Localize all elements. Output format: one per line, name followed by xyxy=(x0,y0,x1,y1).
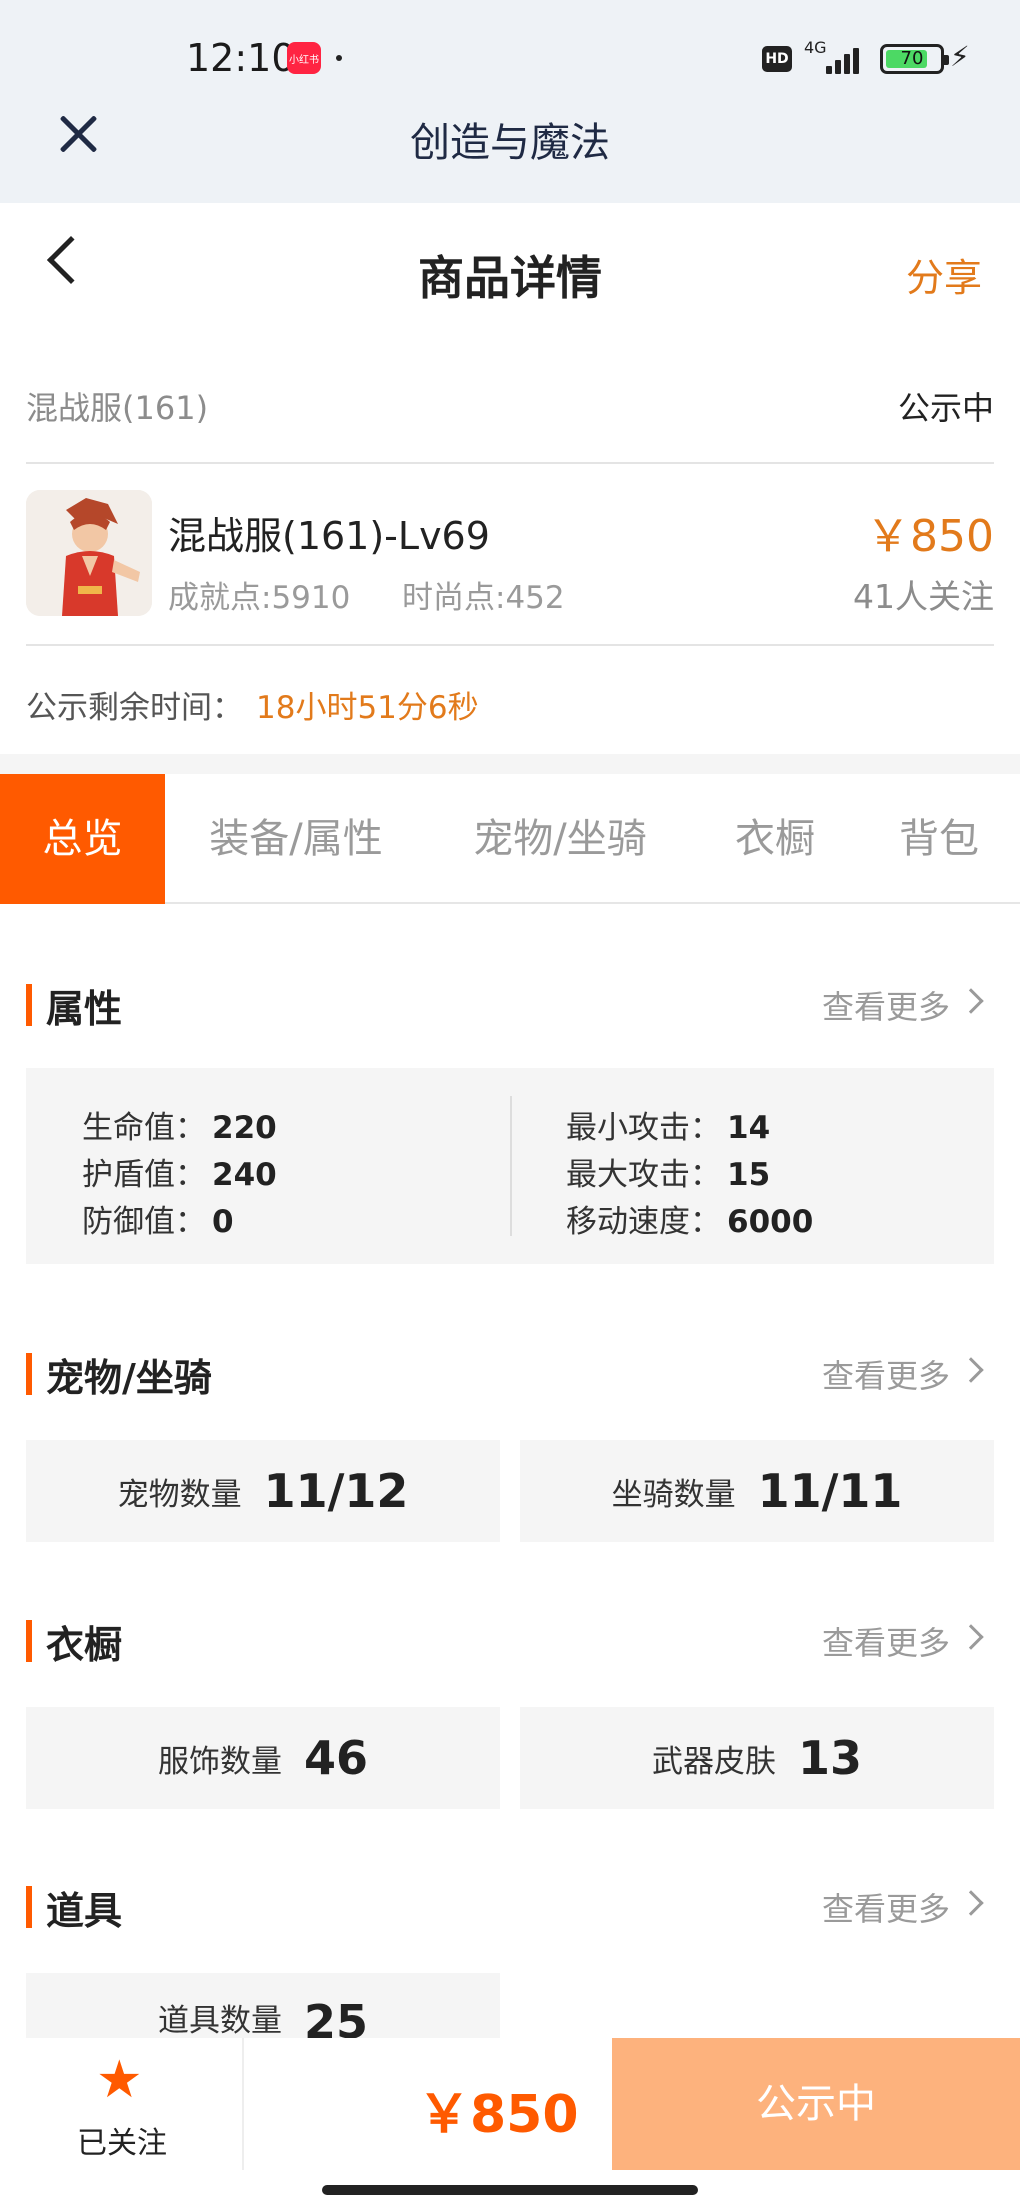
mount-count-card: 坐骑数量 11/11 xyxy=(520,1440,994,1542)
hd-icon: HD xyxy=(762,46,792,72)
character-avatar xyxy=(26,490,152,616)
section-accent-bar xyxy=(26,1886,32,1928)
remaining-time-label: 公示剩余时间： xyxy=(26,690,243,726)
battery-icon: 70 xyxy=(880,44,949,74)
stat-label: 坐骑数量 xyxy=(611,1476,736,1513)
section-title: 属性 xyxy=(46,987,123,1031)
attribute-row: 护盾值： 240 xyxy=(82,1157,277,1193)
see-more-link[interactable]: 查看更多 xyxy=(822,1884,950,1930)
tab-wardrobe[interactable]: 衣橱 xyxy=(712,774,838,904)
remaining-time-value: 18小时51分6秒 xyxy=(256,690,479,726)
status-bar: 12:10 小红书 HD 4G 70 ⚡ xyxy=(0,0,1020,115)
stat-value: 13 xyxy=(797,1731,862,1785)
network-type: 4G xyxy=(804,38,827,57)
attribute-row: 最大攻击： 15 xyxy=(566,1157,771,1193)
chevron-right-icon[interactable] xyxy=(958,988,984,1014)
share-button[interactable]: 分享 xyxy=(906,247,982,302)
divider xyxy=(26,644,994,646)
stat-value: 11/11 xyxy=(757,1464,903,1518)
section-spacer xyxy=(0,754,1020,774)
bottom-price: ￥850 xyxy=(418,2085,579,2145)
fashion-points: 时尚点:452 xyxy=(402,580,565,616)
item-name: 混战服(161)-Lv69 xyxy=(168,514,490,558)
bottom-action-bar: ★ 已关注 ￥850 公示中 xyxy=(0,2038,1020,2170)
section-title: 道具 xyxy=(46,1889,123,1933)
see-more-link[interactable]: 查看更多 xyxy=(822,982,950,1028)
follow-label: 已关注 xyxy=(77,2126,167,2161)
stat-label: 服饰数量 xyxy=(157,1743,282,1780)
stat-value: 11/12 xyxy=(263,1464,409,1518)
attribute-row: 移动速度： 6000 xyxy=(566,1204,814,1240)
notification-dot-icon xyxy=(336,55,342,61)
star-icon: ★ xyxy=(96,2050,143,2110)
stat-label: 武器皮肤 xyxy=(651,1743,776,1780)
attribute-row: 生命值： 220 xyxy=(82,1110,277,1146)
stat-label: 宠物数量 xyxy=(117,1476,242,1513)
follow-button[interactable]: ★ 已关注 xyxy=(0,2038,244,2170)
item-price: ￥850 xyxy=(866,511,994,562)
see-more-link[interactable]: 查看更多 xyxy=(822,1351,950,1397)
chevron-right-icon[interactable] xyxy=(958,1890,984,1916)
divider xyxy=(510,1096,512,1236)
divider xyxy=(26,462,994,464)
mini-app-title: 创造与魔法 xyxy=(410,120,610,166)
tab-bar: 总览 装备/属性 宠物/坐骑 衣橱 背包 xyxy=(0,774,1020,904)
section-title: 衣橱 xyxy=(46,1623,123,1667)
section-accent-bar xyxy=(26,984,32,1026)
stat-label: 道具数量 xyxy=(157,2003,282,2039)
tab-overview[interactable]: 总览 xyxy=(0,774,165,904)
section-title: 宠物/坐骑 xyxy=(46,1356,212,1400)
weapon-skin-count-card: 武器皮肤 13 xyxy=(520,1707,994,1809)
listing-status: 公示中 xyxy=(897,389,994,427)
section-accent-bar xyxy=(26,1353,32,1395)
page-title: 商品详情 xyxy=(418,251,602,305)
follower-count: 41人关注 xyxy=(853,577,994,616)
chevron-right-icon[interactable] xyxy=(958,1624,984,1650)
tab-pets-mounts[interactable]: 宠物/坐骑 xyxy=(446,774,674,904)
home-indicator[interactable] xyxy=(322,2185,698,2195)
tab-equipment[interactable]: 装备/属性 xyxy=(182,774,410,904)
attribute-row: 防御值： 0 xyxy=(82,1204,234,1240)
attributes-panel: 生命值： 220 护盾值： 240 防御值： 0 最小攻击： 14 最大攻击： 15 移动… xyxy=(26,1068,994,1264)
publicity-status-button[interactable]: 公示中 xyxy=(612,2038,1020,2170)
see-more-link[interactable]: 查看更多 xyxy=(822,1618,950,1664)
section-accent-bar xyxy=(26,1620,32,1662)
props-section-header: 道具 查看更多 xyxy=(26,1880,994,1933)
app-shell-header: 12:10 小红书 HD 4G 70 ⚡ 创造与魔法 xyxy=(0,0,1020,203)
achievement-points: 成就点:5910 xyxy=(168,580,351,616)
status-time: 12:10 xyxy=(186,36,296,80)
attributes-section-header: 属性 查看更多 xyxy=(26,978,994,1031)
pets-section-header: 宠物/坐骑 查看更多 xyxy=(26,1347,994,1400)
server-name: 混战服(161) xyxy=(26,389,209,427)
outfit-count-card: 服饰数量 46 xyxy=(26,1707,500,1809)
signal-icon xyxy=(826,44,866,74)
tab-backpack[interactable]: 背包 xyxy=(876,774,1002,904)
charging-icon: ⚡ xyxy=(950,40,970,73)
stat-value: 46 xyxy=(303,1731,368,1785)
chevron-right-icon[interactable] xyxy=(958,1357,984,1383)
battery-level: 70 xyxy=(900,48,924,69)
attribute-row: 最小攻击： 14 xyxy=(566,1110,771,1146)
pet-count-card: 宠物数量 11/12 xyxy=(26,1440,500,1542)
xiaohongshu-icon: 小红书 xyxy=(287,42,321,74)
wardrobe-section-header: 衣橱 查看更多 xyxy=(26,1614,994,1667)
